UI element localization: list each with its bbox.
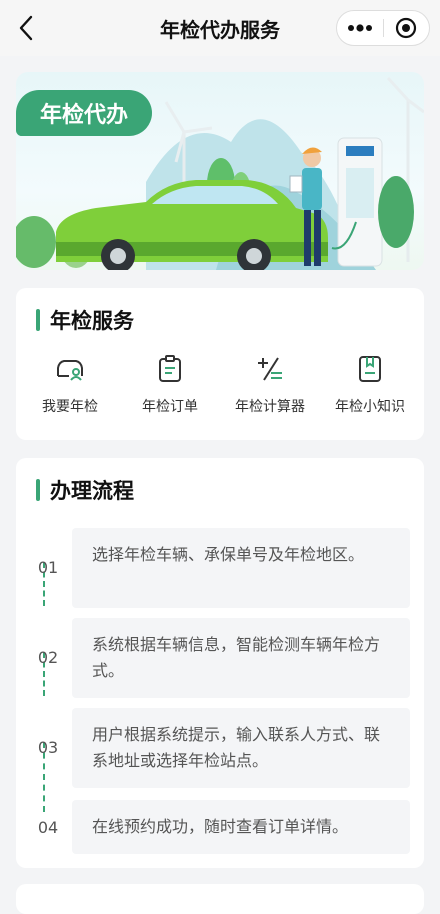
service-label: 年检订单 (142, 399, 198, 415)
nav-bar: 年检代办服务 (0, 0, 440, 56)
title-accent-bar (36, 479, 40, 501)
service-label: 年检计算器 (235, 399, 305, 415)
service-orders[interactable]: 年检订单 (120, 354, 220, 416)
process-card: 办理流程 01 选择年检车辆、承保单号及年检地区。 02 系统根据车辆信息，智能… (16, 458, 424, 868)
more-button[interactable] (337, 11, 383, 45)
services-card-title: 年检服务 (36, 306, 134, 334)
step-text: 系统根据车辆信息，智能检测车辆年检方式。 (72, 618, 410, 698)
step-number: 04 (37, 818, 59, 837)
mini-program-capsule (336, 10, 430, 46)
process-title-text: 办理流程 (50, 479, 134, 503)
step-text: 用户根据系统提示，输入联系人方式、联系地址或选择年检站点。 (72, 708, 410, 788)
service-label: 年检小知识 (335, 399, 405, 415)
process-card-title: 办理流程 (36, 476, 134, 504)
close-mini-program-button[interactable] (384, 11, 430, 45)
services-title-text: 年检服务 (50, 309, 134, 333)
service-apply-inspection[interactable]: 我要年检 (20, 354, 120, 416)
target-close-icon (396, 17, 417, 39)
step-text: 在线预约成功，随时查看订单详情。 (72, 800, 410, 854)
bookmark-doc-icon (355, 354, 385, 384)
more-dots-icon (347, 24, 372, 32)
step-number: 03 (37, 738, 59, 757)
step-number: 01 (37, 558, 59, 577)
next-card-peek (16, 884, 424, 914)
step-text: 选择年检车辆、承保单号及年检地区。 (72, 528, 410, 608)
hero-banner: 年检代办 (16, 72, 424, 270)
banner-tag: 年检代办 (16, 90, 152, 136)
services-grid: 我要年检 年检订单 年检计算器 年检小知识 (16, 354, 424, 416)
title-accent-bar (36, 309, 40, 331)
calculator-icon (255, 354, 285, 384)
service-knowledge[interactable]: 年检小知识 (320, 354, 420, 416)
service-label: 我要年检 (42, 399, 98, 415)
step-number: 02 (37, 648, 59, 667)
clipboard-icon (155, 354, 185, 384)
services-card: 年检服务 我要年检 年检订单 年检计算器 年检小知识 (16, 288, 424, 440)
service-calculator[interactable]: 年检计算器 (220, 354, 320, 416)
car-user-icon (55, 354, 85, 384)
